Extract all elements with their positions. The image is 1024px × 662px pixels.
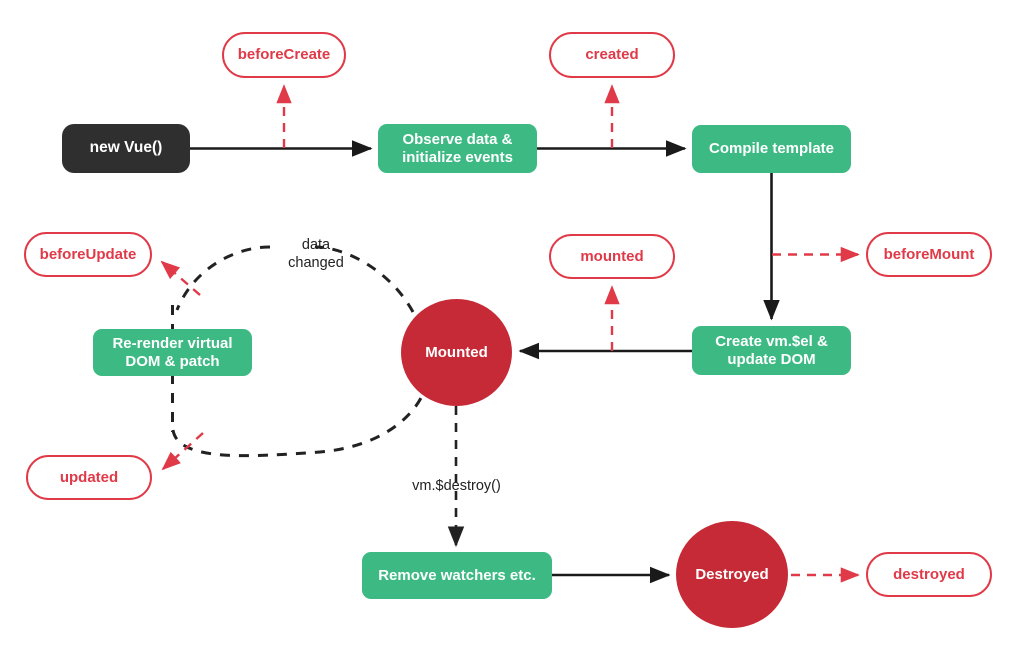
node-destroyed-state-label: Destroyed: [695, 565, 769, 583]
hook-created-label: created: [585, 46, 639, 64]
vue-lifecycle-diagram: new Vue() Observe data & initialize even…: [0, 0, 1024, 662]
node-compile-template[interactable]: Compile template: [692, 125, 851, 173]
edge-data-changed-loop-bottom: [171, 395, 424, 458]
hook-before-create-label: beforeCreate: [237, 46, 331, 64]
node-mounted-state[interactable]: Mounted: [401, 299, 512, 406]
edge-hook-updated: [161, 432, 204, 471]
hook-before-update-label: beforeUpdate: [39, 245, 137, 263]
hook-before-update[interactable]: beforeUpdate: [24, 232, 152, 277]
hook-created[interactable]: created: [549, 32, 675, 78]
hook-mounted[interactable]: mounted: [549, 234, 675, 279]
node-create-vm-el-label: Create vm.$el & update DOM: [715, 332, 828, 368]
edge-label-vm-destroy: vm.$destroy(): [412, 478, 501, 494]
node-rerender-virtual-dom[interactable]: Re-render virtual DOM & patch: [93, 329, 252, 376]
node-new-vue[interactable]: new Vue(): [62, 124, 190, 173]
node-remove-watchers[interactable]: Remove watchers etc.: [362, 552, 552, 599]
hook-before-create[interactable]: beforeCreate: [222, 32, 346, 78]
hook-destroyed[interactable]: destroyed: [866, 552, 992, 597]
edge-hook-beforeupdate: [160, 260, 201, 296]
hook-before-mount-label: beforeMount: [883, 245, 975, 263]
hook-mounted-label: mounted: [580, 247, 644, 265]
node-observe-data[interactable]: Observe data & initialize events: [378, 124, 537, 173]
edge-label-data-changed: data changed: [288, 237, 344, 271]
hook-updated[interactable]: updated: [26, 455, 152, 500]
node-new-vue-label: new Vue(): [89, 139, 163, 157]
node-observe-data-label: Observe data & initialize events: [402, 130, 513, 166]
node-destroyed-state[interactable]: Destroyed: [676, 521, 788, 628]
hook-destroyed-label: destroyed: [893, 565, 965, 583]
node-remove-watchers-label: Remove watchers etc.: [378, 566, 536, 584]
hook-updated-label: updated: [59, 468, 119, 486]
node-compile-template-label: Compile template: [708, 140, 835, 158]
hook-before-mount[interactable]: beforeMount: [866, 232, 992, 277]
node-rerender-virtual-dom-label: Re-render virtual DOM & patch: [112, 334, 233, 370]
node-create-vm-el[interactable]: Create vm.$el & update DOM: [692, 326, 851, 375]
node-mounted-state-label: Mounted: [425, 343, 488, 361]
